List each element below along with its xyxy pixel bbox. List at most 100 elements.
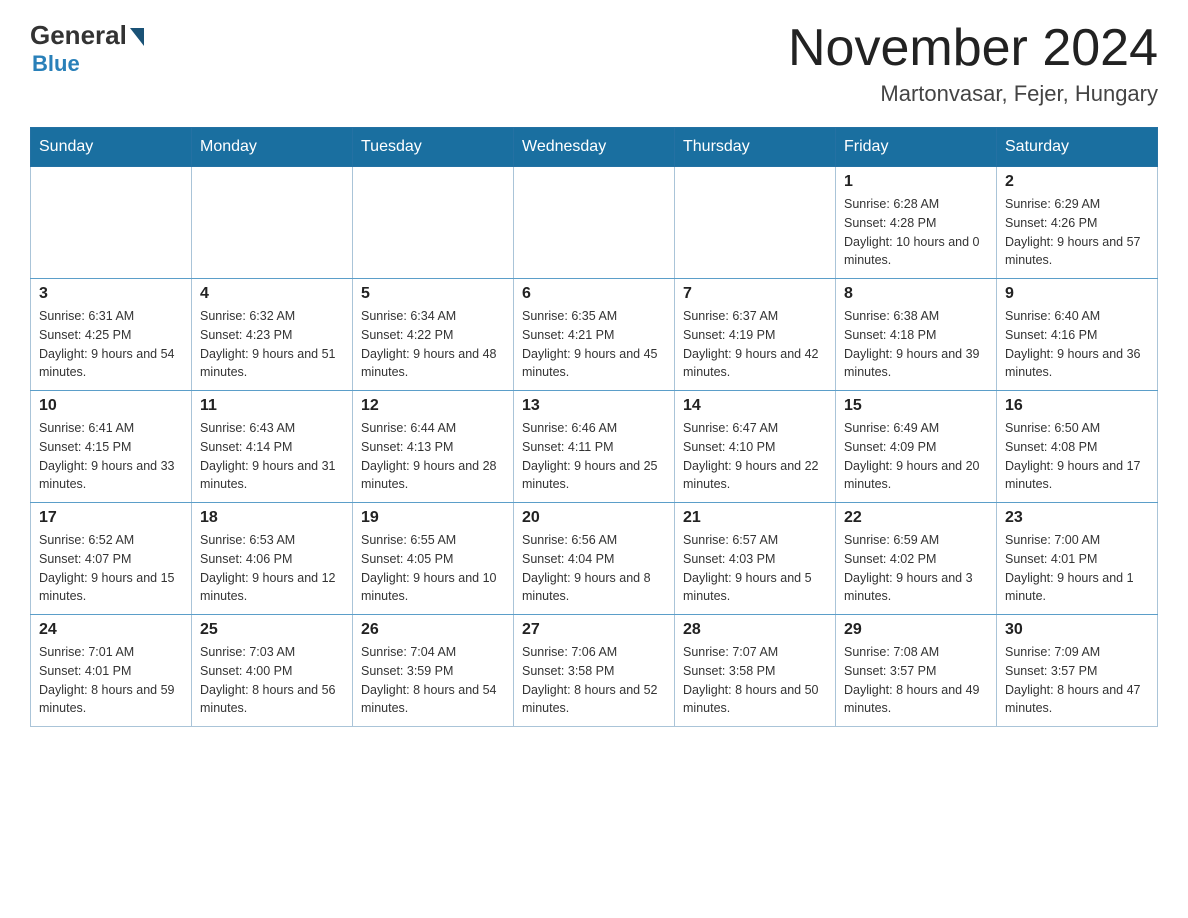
day-info: Sunrise: 7:04 AM Sunset: 3:59 PM Dayligh…	[361, 643, 505, 718]
day-number: 1	[844, 173, 988, 191]
logo-general-text: General	[30, 20, 127, 51]
day-info: Sunrise: 6:41 AM Sunset: 4:15 PM Dayligh…	[39, 419, 183, 494]
calendar-cell: 20 Sunrise: 6:56 AM Sunset: 4:04 PM Dayli…	[514, 503, 675, 615]
day-number: 17	[39, 509, 183, 527]
calendar-cell: 5 Sunrise: 6:34 AM Sunset: 4:22 PM Daylig…	[353, 279, 514, 391]
day-info: Sunrise: 6:28 AM Sunset: 4:28 PM Dayligh…	[844, 195, 988, 270]
calendar-cell: 9 Sunrise: 6:40 AM Sunset: 4:16 PM Daylig…	[997, 279, 1158, 391]
day-info: Sunrise: 6:55 AM Sunset: 4:05 PM Dayligh…	[361, 531, 505, 606]
day-number: 12	[361, 397, 505, 415]
day-info: Sunrise: 6:37 AM Sunset: 4:19 PM Dayligh…	[683, 307, 827, 382]
day-number: 13	[522, 397, 666, 415]
calendar-week-5: 24Sunrise: 7:01 AM Sunset: 4:01 PM Dayli…	[31, 615, 1158, 727]
day-number: 27	[522, 621, 666, 639]
day-info: Sunrise: 6:31 AM Sunset: 4:25 PM Dayligh…	[39, 307, 183, 382]
day-number: 6	[522, 285, 666, 303]
calendar-week-1: 1 Sunrise: 6:28 AM Sunset: 4:28 PM Daylig…	[31, 167, 1158, 279]
calendar-cell: 26 Sunrise: 7:04 AM Sunset: 3:59 PM Dayli…	[353, 615, 514, 727]
day-number: 9	[1005, 285, 1149, 303]
calendar-cell: 8 Sunrise: 6:38 AM Sunset: 4:18 PM Daylig…	[836, 279, 997, 391]
calendar-cell: 19 Sunrise: 6:55 AM Sunset: 4:05 PM Dayli…	[353, 503, 514, 615]
calendar-cell: 10 Sunrise: 6:41 AM Sunset: 4:15 PM Dayli…	[31, 391, 192, 503]
day-info: Sunrise: 7:09 AM Sunset: 3:57 PM Dayligh…	[1005, 643, 1149, 718]
calendar-cell	[514, 167, 675, 279]
day-number: 18	[200, 509, 344, 527]
day-number: 2	[1005, 173, 1149, 191]
day-number: 10	[39, 397, 183, 415]
day-number: 19	[361, 509, 505, 527]
day-info: Sunrise: 7:07 AM Sunset: 3:58 PM Dayligh…	[683, 643, 827, 718]
day-info: Sunrise: 6:40 AM Sunset: 4:16 PM Dayligh…	[1005, 307, 1149, 382]
day-number: 5	[361, 285, 505, 303]
calendar-cell: 23Sunrise: 7:00 AM Sunset: 4:01 PM Dayli…	[997, 503, 1158, 615]
day-info: Sunrise: 6:59 AM Sunset: 4:02 PM Dayligh…	[844, 531, 988, 606]
day-number: 21	[683, 509, 827, 527]
calendar-cell: 24Sunrise: 7:01 AM Sunset: 4:01 PM Dayli…	[31, 615, 192, 727]
calendar-cell: 17 Sunrise: 6:52 AM Sunset: 4:07 PM Dayli…	[31, 503, 192, 615]
calendar-cell: 6 Sunrise: 6:35 AM Sunset: 4:21 PM Daylig…	[514, 279, 675, 391]
day-number: 15	[844, 397, 988, 415]
calendar-body: 1 Sunrise: 6:28 AM Sunset: 4:28 PM Daylig…	[31, 167, 1158, 727]
calendar-cell: 1 Sunrise: 6:28 AM Sunset: 4:28 PM Daylig…	[836, 167, 997, 279]
calendar-cell: 11Sunrise: 6:43 AM Sunset: 4:14 PM Dayli…	[192, 391, 353, 503]
calendar-cell: 30Sunrise: 7:09 AM Sunset: 3:57 PM Dayli…	[997, 615, 1158, 727]
day-info: Sunrise: 6:49 AM Sunset: 4:09 PM Dayligh…	[844, 419, 988, 494]
day-info: Sunrise: 7:08 AM Sunset: 3:57 PM Dayligh…	[844, 643, 988, 718]
col-header-thursday: Thursday	[675, 128, 836, 167]
day-info: Sunrise: 6:32 AM Sunset: 4:23 PM Dayligh…	[200, 307, 344, 382]
day-number: 24	[39, 621, 183, 639]
location: Martonvasar, Fejer, Hungary	[788, 81, 1158, 107]
calendar-cell: 22 Sunrise: 6:59 AM Sunset: 4:02 PM Dayli…	[836, 503, 997, 615]
calendar-cell	[675, 167, 836, 279]
calendar-cell: 28 Sunrise: 7:07 AM Sunset: 3:58 PM Dayli…	[675, 615, 836, 727]
calendar-week-3: 10 Sunrise: 6:41 AM Sunset: 4:15 PM Dayli…	[31, 391, 1158, 503]
col-header-tuesday: Tuesday	[353, 128, 514, 167]
calendar-cell: 13Sunrise: 6:46 AM Sunset: 4:11 PM Dayli…	[514, 391, 675, 503]
day-info: Sunrise: 6:44 AM Sunset: 4:13 PM Dayligh…	[361, 419, 505, 494]
day-number: 22	[844, 509, 988, 527]
day-number: 26	[361, 621, 505, 639]
calendar-cell: 21 Sunrise: 6:57 AM Sunset: 4:03 PM Dayli…	[675, 503, 836, 615]
day-info: Sunrise: 6:56 AM Sunset: 4:04 PM Dayligh…	[522, 531, 666, 606]
calendar-cell: 12 Sunrise: 6:44 AM Sunset: 4:13 PM Dayli…	[353, 391, 514, 503]
day-number: 8	[844, 285, 988, 303]
logo: General Blue	[30, 20, 144, 77]
day-number: 7	[683, 285, 827, 303]
day-info: Sunrise: 6:38 AM Sunset: 4:18 PM Dayligh…	[844, 307, 988, 382]
calendar-cell: 29 Sunrise: 7:08 AM Sunset: 3:57 PM Dayli…	[836, 615, 997, 727]
day-info: Sunrise: 6:34 AM Sunset: 4:22 PM Dayligh…	[361, 307, 505, 382]
calendar-cell	[31, 167, 192, 279]
calendar-table: SundayMondayTuesdayWednesdayThursdayFrid…	[30, 127, 1158, 727]
title-section: November 2024 Martonvasar, Fejer, Hungar…	[788, 20, 1158, 107]
calendar-cell	[192, 167, 353, 279]
day-info: Sunrise: 6:57 AM Sunset: 4:03 PM Dayligh…	[683, 531, 827, 606]
calendar-cell: 15 Sunrise: 6:49 AM Sunset: 4:09 PM Dayli…	[836, 391, 997, 503]
month-title: November 2024	[788, 20, 1158, 77]
day-info: Sunrise: 6:43 AM Sunset: 4:14 PM Dayligh…	[200, 419, 344, 494]
calendar-cell: 3Sunrise: 6:31 AM Sunset: 4:25 PM Daylig…	[31, 279, 192, 391]
day-number: 25	[200, 621, 344, 639]
day-number: 14	[683, 397, 827, 415]
calendar-cell: 18Sunrise: 6:53 AM Sunset: 4:06 PM Dayli…	[192, 503, 353, 615]
calendar-cell: 27 Sunrise: 7:06 AM Sunset: 3:58 PM Dayli…	[514, 615, 675, 727]
day-info: Sunrise: 6:52 AM Sunset: 4:07 PM Dayligh…	[39, 531, 183, 606]
day-number: 16	[1005, 397, 1149, 415]
calendar-week-2: 3Sunrise: 6:31 AM Sunset: 4:25 PM Daylig…	[31, 279, 1158, 391]
day-number: 4	[200, 285, 344, 303]
col-header-saturday: Saturday	[997, 128, 1158, 167]
day-info: Sunrise: 7:03 AM Sunset: 4:00 PM Dayligh…	[200, 643, 344, 718]
day-number: 20	[522, 509, 666, 527]
day-number: 28	[683, 621, 827, 639]
calendar-cell: 2 Sunrise: 6:29 AM Sunset: 4:26 PM Daylig…	[997, 167, 1158, 279]
day-info: Sunrise: 6:29 AM Sunset: 4:26 PM Dayligh…	[1005, 195, 1149, 270]
logo-arrow-icon	[130, 28, 144, 46]
header-row: SundayMondayTuesdayWednesdayThursdayFrid…	[31, 128, 1158, 167]
calendar-header: SundayMondayTuesdayWednesdayThursdayFrid…	[31, 128, 1158, 167]
day-info: Sunrise: 6:35 AM Sunset: 4:21 PM Dayligh…	[522, 307, 666, 382]
day-info: Sunrise: 6:50 AM Sunset: 4:08 PM Dayligh…	[1005, 419, 1149, 494]
calendar-cell	[353, 167, 514, 279]
day-info: Sunrise: 7:00 AM Sunset: 4:01 PM Dayligh…	[1005, 531, 1149, 606]
calendar-cell: 25 Sunrise: 7:03 AM Sunset: 4:00 PM Dayli…	[192, 615, 353, 727]
day-info: Sunrise: 7:06 AM Sunset: 3:58 PM Dayligh…	[522, 643, 666, 718]
day-number: 29	[844, 621, 988, 639]
